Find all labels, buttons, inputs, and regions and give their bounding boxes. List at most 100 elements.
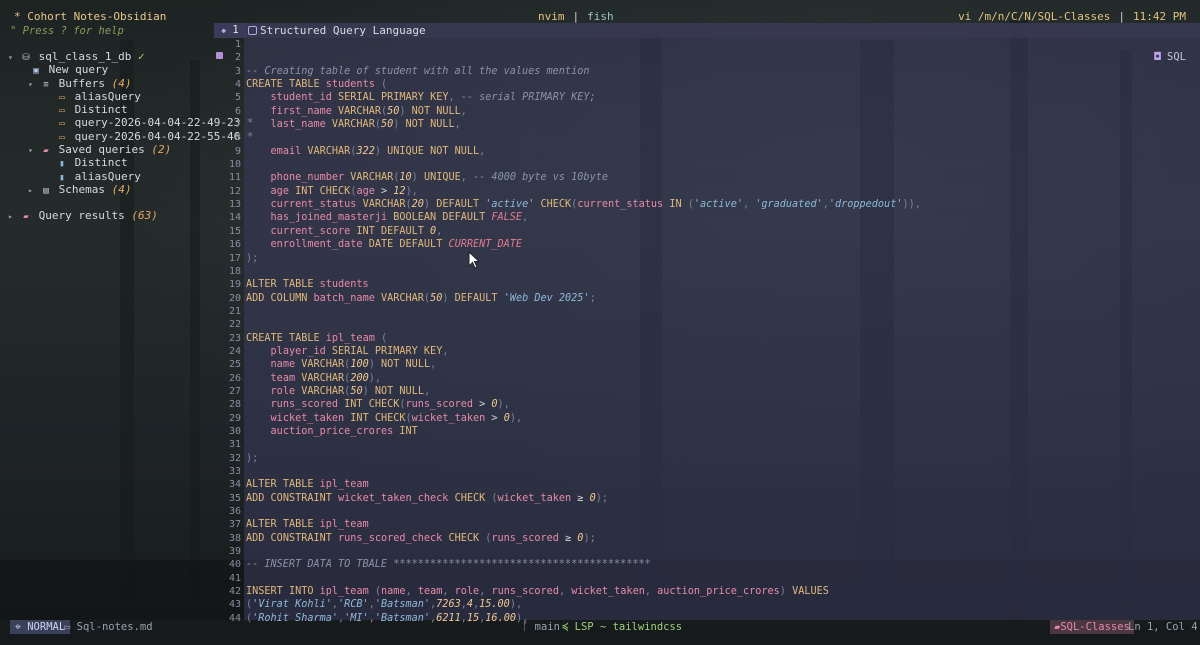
line-number: 4 [234,79,241,91]
code-line[interactable] [246,505,1196,518]
code-line[interactable]: ADD CONSTRAINT runs_scored_check CHECK (… [246,532,1196,545]
code-line[interactable]: CREATE TABLE students ( [246,78,1196,91]
code-line[interactable]: name VARCHAR(100) NOT NULL, [246,358,1196,371]
code-line[interactable] [246,51,1196,64]
code-line[interactable] [246,438,1196,451]
code-line[interactable] [246,131,1196,144]
code-line[interactable]: email VARCHAR(322) UNIQUE NOT NULL, [246,145,1196,158]
schemas-count: (4) [111,182,132,196]
code-buffer[interactable]: -- Creating table of student with all th… [246,38,1196,625]
line-number: 16 [228,239,241,251]
code-line[interactable]: auction_price_crores INT [246,425,1196,438]
code-line[interactable]: age INT CHECK(age > 12), [246,185,1196,198]
code-line[interactable]: enrollment_date DATE DEFAULT CURRENT_DAT… [246,238,1196,251]
tree-buffer-item[interactable]: ▭ aliasQuery [8,90,214,103]
tree-buffer-item[interactable]: ▭ Distinct [8,103,214,116]
code-line[interactable]: role VARCHAR(50) NOT NULL, [246,385,1196,398]
code-line[interactable] [246,572,1196,585]
lsp-status: ≼ LSP ~ tailwindcss [562,621,683,633]
line-number: 30 [228,425,241,437]
code-line[interactable]: wicket_taken INT CHECK(wicket_taken > 0)… [246,412,1196,425]
sign-marker-icon [216,52,223,59]
line-number: 36 [228,506,241,518]
tab-nvim[interactable]: nvim [538,10,565,23]
code-line[interactable]: ALTER TABLE ipl_team [246,518,1196,531]
code-line[interactable]: -- Creating table of student with all th… [246,65,1196,78]
code-line[interactable]: student_id SERIAL PRIMARY KEY, -- serial… [246,91,1196,104]
line-number: 28 [228,399,241,411]
tree-schemas[interactable]: ▸ ▤ Schemas (4) [8,183,214,196]
code-line[interactable] [246,305,1196,318]
schemas-label: Schemas [58,182,105,196]
line-number: 23 [228,332,241,344]
tree-saved-item[interactable]: ▮ Distinct [8,156,214,169]
tree-buffer-item[interactable]: ▭ query-2026-04-04-22-55-46 * [8,130,253,143]
code-line[interactable]: has_joined_masterji BOOLEAN DEFAULT FALS… [246,211,1196,224]
statusline: ⌖ NORMAL ▭ Sql-notes.md ᚴ main ≼ LSP ~ t… [0,620,1200,645]
line-number: 6 [234,105,241,117]
code-line[interactable] [246,318,1196,331]
tree-saved-queries[interactable]: ▾ ▰ Saved queries (2) [8,143,214,156]
line-number: 26 [228,372,241,384]
tree-db[interactable]: ▾ ⛁ sql_class_1_db ✓ [8,50,214,63]
code-line[interactable]: current_score INT DEFAULT 0, [246,225,1196,238]
code-line[interactable]: ALTER TABLE ipl_team [246,478,1196,491]
code-line[interactable]: ALTER TABLE students [246,278,1196,291]
code-line[interactable]: team VARCHAR(200), [246,372,1196,385]
code-line[interactable]: CREATE TABLE ipl_team ( [246,332,1196,345]
tab-fish[interactable]: fish [587,10,614,23]
status-file[interactable]: ▭ Sql-notes.md [64,620,153,634]
code-line[interactable]: ); [246,452,1196,465]
line-number: 9 [234,145,241,157]
line-number: 40 [228,559,241,571]
code-line[interactable]: phone_number VARCHAR(10) UNIQUE, -- 4000… [246,171,1196,184]
line-number-gutter: 1 2 3 4 5 6 7 8 9 10 11 12 13 14 15 16 17 18 19 20 21 22 23 24 2… [214,38,244,625]
buffer-tab[interactable]: ◆ 1 [214,23,246,38]
line-number: 39 [228,546,241,558]
chevron-down-icon[interactable]: ▾ [28,144,40,157]
code-line[interactable]: player_id SERIAL PRIMARY KEY, [246,345,1196,358]
saved-count: (2) [151,143,172,157]
line-number: 8 [234,132,241,144]
code-line[interactable]: runs_scored INT CHECK(runs_scored > 0), [246,398,1196,411]
chevron-right-icon[interactable]: ▸ [8,210,20,223]
editor-pane[interactable]: ◆ 1 Structured Query Language ◘ SQL 1234… [214,23,1200,624]
folder-icon: ▰ [23,212,29,223]
code-line[interactable] [246,158,1196,171]
chevron-down-icon[interactable]: ▾ [28,78,40,91]
tree-query-results[interactable]: ▸ ▰ Query results (63) [8,209,214,222]
chevron-down-icon[interactable]: ▾ [8,51,20,64]
line-number: 34 [228,479,241,491]
code-line[interactable]: INSERT INTO ipl_team (name, team, role, … [246,585,1196,598]
buffers-count: (4) [111,76,132,90]
db-explorer: ▾ ⛁ sql_class_1_db ✓ ▣ New query ▾ ≡ Buffe… [8,50,253,223]
code-line[interactable]: ('Virat Kohli','RCB','Batsman',7263,4,15… [246,598,1196,611]
tree-new-query[interactable]: ▣ New query [8,63,214,76]
tree-buffers[interactable]: ▾ ≡ Buffers (4) [8,77,214,90]
line-number: 20 [228,292,241,304]
code-line[interactable] [246,38,1196,51]
results-label: Query results [38,209,125,223]
code-line[interactable]: current_status VARCHAR(20) DEFAULT 'acti… [246,198,1196,211]
lsp-icon: ≼ [562,621,569,633]
code-line[interactable] [246,545,1196,558]
line-number: 35 [228,492,241,504]
line-number: 24 [228,345,241,357]
line-number: 33 [228,466,241,477]
tree-buffer-item[interactable]: ▭ query-2026-04-04-22-49-23 * [8,116,253,129]
branch-icon: ᚴ [522,621,529,633]
code-line[interactable]: first_name VARCHAR(50) NOT NULL, [246,105,1196,118]
chevron-right-icon[interactable]: ▸ [28,184,40,197]
line-number: 41 [228,572,241,584]
code-line[interactable]: ADD CONSTRAINT wicket_taken_check CHECK … [246,492,1196,505]
code-line[interactable]: -- INSERT DATA TO TBALE ****************… [246,558,1196,571]
code-line[interactable] [246,465,1196,478]
code-line[interactable]: last_name VARCHAR(50) NOT NULL, [246,118,1196,131]
code-line[interactable] [246,265,1196,278]
tree-saved-item[interactable]: ▮ aliasQuery [8,170,214,183]
vault-title: * Cohort Notes-Obsidian [14,10,167,23]
code-line[interactable]: ADD COLUMN batch_name VARCHAR(50) DEFAUL… [246,292,1196,305]
buffers-label: Buffers [58,76,105,90]
code-line[interactable]: ); [246,252,1196,265]
cwd-path: vi /m/n/C/N/SQL-Classes [958,10,1111,23]
